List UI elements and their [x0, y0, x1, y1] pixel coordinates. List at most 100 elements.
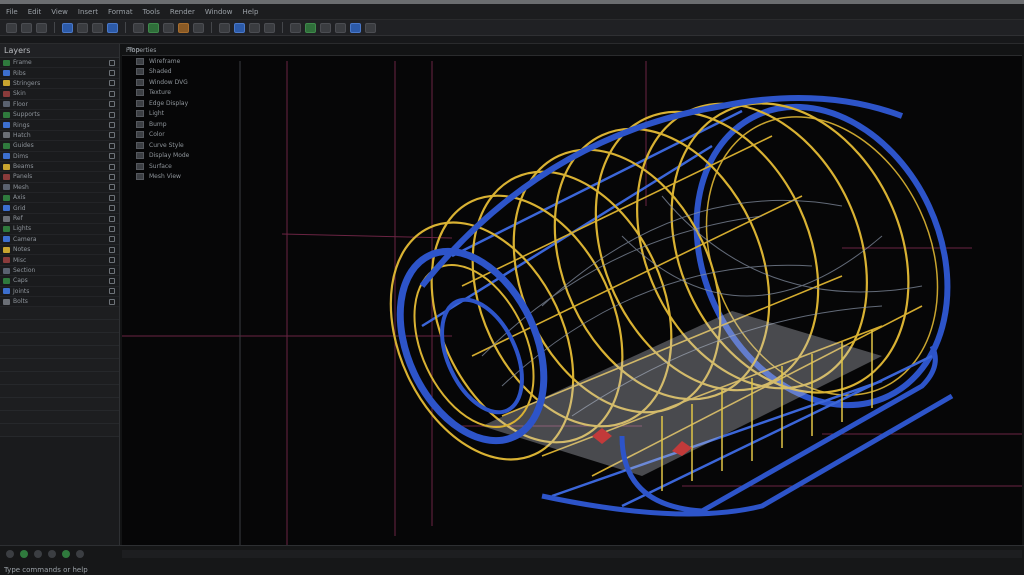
- layer-row[interactable]: Ref: [0, 214, 119, 225]
- layer-row[interactable]: Camera: [0, 235, 119, 246]
- property-row[interactable]: Wireframe: [122, 56, 238, 67]
- layer-visibility-icon[interactable]: [109, 122, 115, 129]
- osnap-status-icon[interactable]: [48, 550, 56, 558]
- layer-color-icon[interactable]: [3, 111, 10, 118]
- layer-status-icon[interactable]: [76, 550, 84, 558]
- layer-visibility-icon[interactable]: [109, 101, 115, 108]
- layer-row[interactable]: Supports: [0, 110, 119, 121]
- layer-visibility-icon[interactable]: [109, 205, 115, 212]
- layer-row[interactable]: Section: [0, 266, 119, 277]
- layer-row[interactable]: Grid: [0, 203, 119, 214]
- layer-row[interactable]: Dims: [0, 152, 119, 162]
- property-row[interactable]: Light: [122, 109, 238, 120]
- grid-status-icon[interactable]: [20, 550, 28, 558]
- layer-visibility-icon[interactable]: [109, 142, 115, 149]
- layer-color-icon[interactable]: [3, 142, 10, 149]
- layer-visibility-icon[interactable]: [109, 215, 115, 222]
- menu-file[interactable]: File: [6, 8, 18, 16]
- viewport-scrollbar[interactable]: [122, 550, 1022, 558]
- layer-color-icon[interactable]: [3, 246, 10, 253]
- layer-row[interactable]: Rings: [0, 120, 119, 131]
- snap-status-icon[interactable]: [6, 550, 14, 558]
- render-icon[interactable]: [290, 22, 301, 33]
- property-row[interactable]: Display Mode: [122, 151, 238, 162]
- layer-color-icon[interactable]: [3, 267, 10, 274]
- rotate-icon[interactable]: [92, 22, 103, 33]
- property-row[interactable]: Window DVG: [122, 77, 238, 88]
- select-icon[interactable]: [62, 22, 73, 33]
- layer-row[interactable]: Notes: [0, 245, 119, 256]
- viewport-3d[interactable]: [122, 55, 1022, 546]
- move-icon[interactable]: [77, 22, 88, 33]
- camera-icon[interactable]: [320, 22, 331, 33]
- property-row[interactable]: Curve Style: [122, 140, 238, 151]
- property-row[interactable]: Mesh View: [122, 172, 238, 183]
- layer-color-icon[interactable]: [3, 288, 10, 295]
- layer-visibility-icon[interactable]: [109, 246, 115, 253]
- menu-render[interactable]: Render: [170, 8, 195, 16]
- layer-visibility-icon[interactable]: [109, 163, 115, 170]
- layer-visibility-icon[interactable]: [109, 298, 115, 305]
- zoom-icon[interactable]: [350, 22, 361, 33]
- menu-format[interactable]: Format: [108, 8, 133, 16]
- layer-row[interactable]: Caps: [0, 276, 119, 287]
- layer-color-icon[interactable]: [3, 173, 10, 180]
- layer-color-icon[interactable]: [3, 132, 10, 139]
- layer-color-icon[interactable]: [3, 215, 10, 222]
- menu-edit[interactable]: Edit: [28, 8, 42, 16]
- layer-visibility-icon[interactable]: [109, 288, 115, 295]
- layer-visibility-icon[interactable]: [109, 59, 115, 66]
- layer-color-icon[interactable]: [3, 277, 10, 284]
- grid-icon[interactable]: [234, 22, 245, 33]
- layer-color-icon[interactable]: [3, 59, 10, 66]
- layer-visibility-icon[interactable]: [109, 111, 115, 118]
- layer-visibility-icon[interactable]: [109, 90, 115, 97]
- layer-visibility-icon[interactable]: [109, 236, 115, 243]
- layer-color-icon[interactable]: [3, 184, 10, 191]
- menu-insert[interactable]: Insert: [78, 8, 98, 16]
- surface-icon[interactable]: [178, 22, 189, 33]
- layer-visibility-icon[interactable]: [109, 173, 115, 180]
- menu-help[interactable]: Help: [242, 8, 258, 16]
- layer-color-icon[interactable]: [3, 205, 10, 212]
- save-icon[interactable]: [36, 22, 47, 33]
- open-icon[interactable]: [21, 22, 32, 33]
- measure-icon[interactable]: [335, 22, 346, 33]
- layer-row[interactable]: Ribs: [0, 68, 119, 79]
- layer-color-icon[interactable]: [3, 163, 10, 170]
- command-line[interactable]: Type commands or help: [4, 566, 88, 574]
- layer-visibility-icon[interactable]: [109, 184, 115, 191]
- layer-row[interactable]: Bolts: [0, 297, 119, 308]
- layer-color-icon[interactable]: [3, 122, 10, 129]
- layer-visibility-icon[interactable]: [109, 277, 115, 284]
- menu-tools[interactable]: Tools: [143, 8, 160, 16]
- pan-icon[interactable]: [365, 22, 376, 33]
- polar-status-icon[interactable]: [62, 550, 70, 558]
- layer-row[interactable]: Frame: [0, 58, 119, 69]
- layer-color-icon[interactable]: [3, 194, 10, 201]
- layer-row[interactable]: Stringers: [0, 79, 119, 90]
- layer-color-icon[interactable]: [3, 225, 10, 232]
- layer-row[interactable]: Joints: [0, 287, 119, 297]
- layer-row[interactable]: Skin: [0, 89, 119, 100]
- layer-row[interactable]: Mesh: [0, 183, 119, 194]
- layer-color-icon[interactable]: [3, 236, 10, 243]
- layer-visibility-icon[interactable]: [109, 153, 115, 160]
- curve-icon[interactable]: [148, 22, 159, 33]
- layer-row[interactable]: Lights: [0, 224, 119, 235]
- new-icon[interactable]: [6, 22, 17, 33]
- layer-visibility-icon[interactable]: [109, 70, 115, 77]
- layer-color-icon[interactable]: [3, 90, 10, 97]
- layer-visibility-icon[interactable]: [109, 267, 115, 274]
- scale-icon[interactable]: [107, 22, 118, 33]
- layer-visibility-icon[interactable]: [109, 225, 115, 232]
- light-icon[interactable]: [305, 22, 316, 33]
- layer-color-icon[interactable]: [3, 80, 10, 87]
- layer-color-icon[interactable]: [3, 153, 10, 160]
- layer-row[interactable]: Misc: [0, 255, 119, 266]
- layer-icon[interactable]: [264, 22, 275, 33]
- layer-visibility-icon[interactable]: [109, 132, 115, 139]
- layer-visibility-icon[interactable]: [109, 80, 115, 87]
- layer-row[interactable]: Panels: [0, 172, 119, 183]
- line-icon[interactable]: [133, 22, 144, 33]
